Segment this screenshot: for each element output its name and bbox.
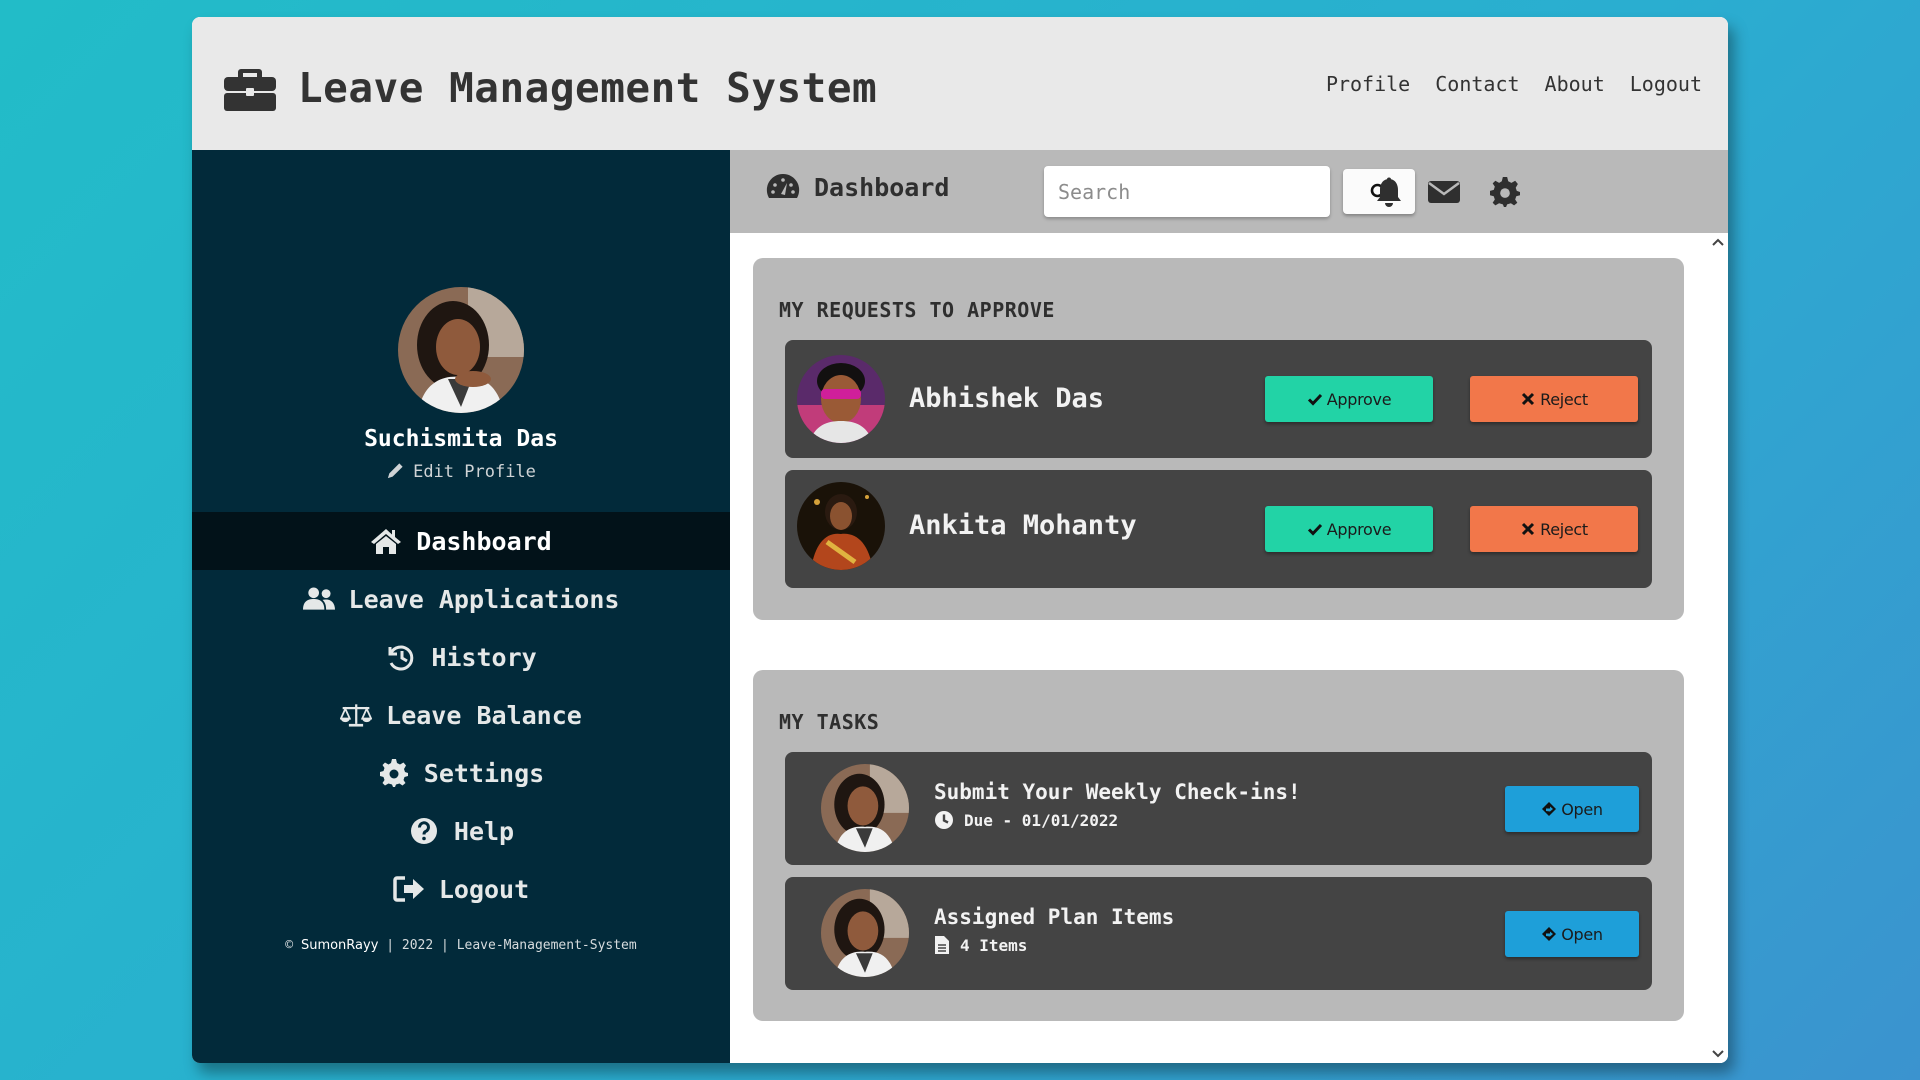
sidebar-item-leave-balance[interactable]: Leave Balance — [192, 686, 730, 744]
requests-title: MY REQUESTS TO APPROVE — [779, 298, 1055, 322]
reject-button[interactable]: Reject — [1470, 376, 1638, 422]
request-row: Abhishek Das Approve Reject — [785, 340, 1652, 458]
check-icon — [1307, 393, 1322, 406]
scroll-down-arrow-icon[interactable] — [1712, 1047, 1724, 1059]
sidebar-item-label: Dashboard — [416, 526, 552, 556]
task-title: Submit Your Weekly Check-ins! — [934, 780, 1301, 804]
task-avatar — [821, 764, 909, 852]
top-nav: Profile Contact About Logout — [1326, 72, 1702, 96]
help-icon — [410, 818, 437, 844]
sidebar-item-label: Leave Applications — [348, 584, 620, 614]
sidebar-item-dashboard[interactable]: Dashboard — [192, 512, 730, 570]
edit-profile-link[interactable]: Edit Profile — [192, 461, 730, 482]
app-window: Leave Management System Profile Contact … — [192, 17, 1728, 1063]
open-label: Open — [1561, 924, 1603, 944]
scrollbar[interactable] — [1708, 233, 1728, 1063]
task-row: Submit Your Weekly Check-ins! Due - 01/0… — [785, 752, 1652, 865]
tasks-title: MY TASKS — [779, 710, 880, 734]
task-title: Assigned Plan Items — [934, 905, 1175, 929]
requester-name: Abhishek Das — [909, 383, 1105, 414]
search-input[interactable] — [1044, 166, 1330, 217]
sidebar-item-label: Logout — [438, 874, 530, 904]
scroll-up-arrow-icon[interactable] — [1712, 237, 1724, 249]
user-avatar[interactable] — [398, 287, 524, 413]
diamond-arrow-icon — [1542, 927, 1557, 941]
sidebar-item-label: Help — [453, 816, 515, 846]
clock-icon — [935, 811, 953, 829]
diamond-arrow-icon — [1542, 802, 1557, 816]
requester-avatar — [797, 355, 885, 443]
approve-label: Approve — [1326, 519, 1392, 539]
reject-button[interactable]: Reject — [1470, 506, 1638, 552]
open-task-button[interactable]: Open — [1505, 786, 1639, 832]
briefcase-icon — [224, 68, 276, 111]
nav-logout-link[interactable]: Logout — [1630, 72, 1702, 96]
open-label: Open — [1561, 799, 1603, 819]
sidebar-item-logout[interactable]: Logout — [192, 860, 730, 918]
balance-scale-icon — [340, 704, 373, 727]
sidebar-item-settings[interactable]: Settings — [192, 744, 730, 802]
nav-contact-link[interactable]: Contact — [1435, 72, 1519, 96]
file-icon — [935, 936, 949, 954]
bell-icon[interactable] — [1375, 177, 1403, 207]
header: Leave Management System Profile Contact … — [192, 17, 1728, 150]
approve-button[interactable]: Approve — [1265, 506, 1433, 552]
users-icon — [302, 587, 335, 610]
requester-avatar — [797, 482, 885, 570]
task-items-text: 4 Items — [960, 935, 1028, 955]
requester-name: Ankita Mohanty — [909, 510, 1137, 541]
page-title: Dashboard — [766, 172, 949, 202]
tachometer-icon — [766, 173, 800, 198]
sidebar-item-label: Settings — [423, 758, 545, 788]
envelope-icon[interactable] — [1428, 179, 1460, 205]
logout-icon — [393, 876, 424, 902]
reject-label: Reject — [1540, 389, 1588, 409]
sidebar-item-history[interactable]: History — [192, 628, 730, 686]
user-name: Suchismita Das — [364, 426, 558, 452]
task-due: Due - 01/01/2022 — [934, 810, 1118, 830]
approve-label: Approve — [1326, 389, 1392, 409]
copyright-symbol: © — [285, 938, 294, 953]
sidebar-item-leave-applications[interactable]: Leave Applications — [192, 570, 730, 628]
footer-brand: SumonRayy — [300, 938, 379, 953]
x-icon — [1522, 522, 1535, 536]
task-due-text: Due - 01/01/2022 — [964, 810, 1119, 830]
page-title-text: Dashboard — [814, 172, 950, 202]
brand: Leave Management System — [224, 64, 877, 112]
task-row: Assigned Plan Items 4 Items Open — [785, 877, 1652, 990]
home-icon — [371, 529, 402, 554]
open-task-button[interactable]: Open — [1505, 911, 1639, 957]
sidebar: Suchismita Das Edit Profile Dashboard Le… — [192, 150, 730, 1063]
settings-gear-icon[interactable] — [1490, 177, 1520, 207]
task-avatar — [821, 889, 909, 977]
check-icon — [1307, 523, 1322, 536]
task-items: 4 Items — [934, 935, 1027, 955]
history-icon — [388, 645, 414, 671]
reject-label: Reject — [1540, 519, 1588, 539]
app-title: Leave Management System — [298, 63, 878, 112]
edit-profile-label: Edit Profile — [413, 462, 536, 482]
footer-separator: | — [441, 938, 449, 953]
footer-project: Leave-Management-System — [456, 938, 637, 953]
main-content: Dashboard MY REQUESTS TO APPROVE — [730, 150, 1728, 1063]
nav-about-link[interactable]: About — [1545, 72, 1605, 96]
sidebar-item-label: Leave Balance — [386, 700, 582, 730]
tasks-card: MY TASKS Submit Your Weekly Check-ins! D… — [753, 670, 1684, 1021]
pencil-icon — [387, 463, 403, 479]
sidebar-item-help[interactable]: Help — [192, 802, 730, 860]
footer-note: © SumonRayy | 2022 | Leave-Management-Sy… — [192, 938, 730, 953]
sidebar-item-label: History — [431, 642, 537, 672]
x-icon — [1522, 392, 1535, 406]
footer-separator: | — [386, 938, 395, 953]
topbar: Dashboard — [730, 150, 1728, 233]
requests-card: MY REQUESTS TO APPROVE Abhishek Das Appr… — [753, 258, 1684, 620]
sidebar-menu: Dashboard Leave Applications History Lea… — [192, 512, 730, 918]
request-row: Ankita Mohanty Approve Reject — [785, 470, 1652, 588]
nav-profile-link[interactable]: Profile — [1326, 72, 1410, 96]
footer-year: 2022 — [401, 938, 434, 953]
approve-button[interactable]: Approve — [1265, 376, 1433, 422]
gear-icon — [379, 759, 408, 787]
